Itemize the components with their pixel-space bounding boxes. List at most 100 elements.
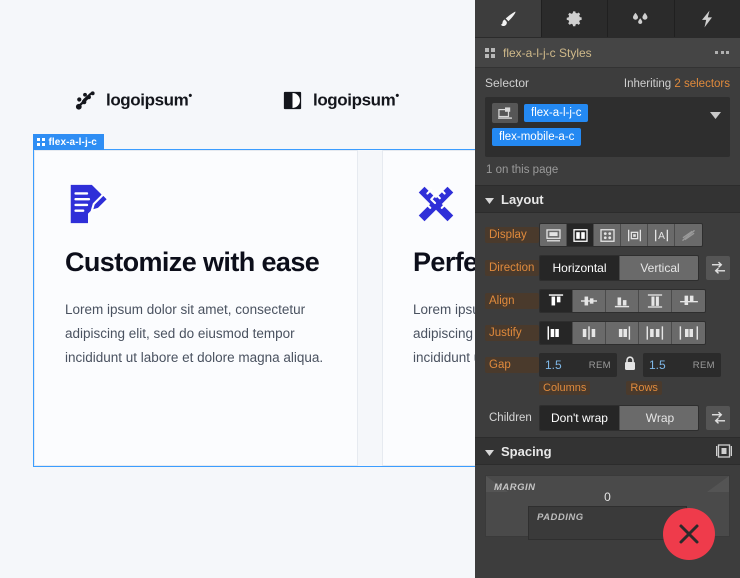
gap-captions: Columns Rows	[475, 381, 740, 401]
selector-section: Selector Inheriting 2 selectors flex-a-l…	[475, 68, 740, 185]
gap-rows-caption: Rows	[626, 381, 662, 395]
selection-badge[interactable]: flex-a-l-j-c	[33, 134, 104, 150]
justify-label: Justify	[485, 325, 539, 341]
children-wrap-options: Don't wrap Wrap	[539, 405, 700, 431]
justify-options	[539, 321, 706, 345]
margin-top-value[interactable]: 0	[486, 490, 729, 504]
logo-text: logoipsum•	[106, 89, 192, 110]
padding-label: PADDING	[537, 512, 584, 523]
children-dont-wrap-option[interactable]: Don't wrap	[540, 406, 620, 430]
justify-center-option[interactable]	[573, 322, 606, 344]
gap-columns-input[interactable]: 1.5 REM	[539, 353, 617, 377]
justify-space-around-option[interactable]	[672, 322, 705, 344]
dots-diagonal-icon	[75, 90, 95, 110]
justify-end-option[interactable]	[606, 322, 639, 344]
card-responsive[interactable]: Perfectly Responsive Lorem ipsum dolor s…	[382, 150, 475, 466]
align-center-icon	[581, 296, 597, 306]
reverse-direction-icon[interactable]	[706, 256, 730, 280]
paintbrush-icon	[500, 11, 516, 26]
align-options	[539, 289, 706, 313]
selection-badge-label: flex-a-l-j-c	[48, 136, 97, 148]
selected-flex-container[interactable]: flex-a-l-j-c Customize with ease Lorem i…	[33, 134, 475, 467]
gap-row: Gap 1.5 REM 1.5 REM	[475, 349, 740, 381]
chevron-down-icon[interactable]	[710, 108, 721, 122]
spacing-mode-icon[interactable]	[716, 444, 732, 461]
children-wrap-option[interactable]: Wrap	[620, 406, 699, 430]
direction-vertical-option[interactable]: Vertical	[620, 256, 699, 280]
document-edit-icon	[70, 184, 110, 224]
justify-space-around-icon	[679, 326, 698, 340]
gap-columns-unit[interactable]: REM	[589, 360, 611, 371]
gap-rows-value: 1.5	[649, 358, 666, 372]
justify-end-icon	[618, 326, 631, 340]
selector-primary-row: flex-a-l-j-c	[492, 103, 723, 123]
gap-rows-unit[interactable]: REM	[693, 360, 715, 371]
style-tab[interactable]	[475, 0, 542, 37]
selector-state-icon[interactable]	[492, 103, 518, 123]
align-label: Align	[485, 293, 539, 309]
layout-section-title: Layout	[501, 191, 544, 207]
grid-handle-icon	[37, 138, 45, 146]
selector-box[interactable]: flex-a-l-j-c flex-mobile-a-c	[485, 97, 730, 157]
selector-chip-inherited[interactable]: flex-mobile-a-c	[492, 128, 582, 146]
gear-icon	[566, 11, 582, 27]
display-grid-option[interactable]	[594, 224, 621, 246]
lock-closed-icon[interactable]	[624, 356, 636, 374]
align-center-option[interactable]	[573, 290, 606, 312]
selector-chip-class[interactable]: flex-a-l-j-c	[524, 104, 589, 122]
more-options-icon[interactable]	[715, 51, 729, 54]
card-customize[interactable]: Customize with ease Lorem ipsum dolor si…	[34, 150, 358, 466]
spacing-section-title: Spacing	[501, 443, 552, 459]
align-start-icon	[548, 294, 564, 306]
panel-title: flex-a-l-j-c Styles	[503, 45, 592, 60]
layout-section-header[interactable]: Layout	[475, 185, 740, 213]
grid-icon	[485, 47, 495, 58]
spacing-section-header[interactable]: Spacing	[475, 437, 740, 465]
block-icon	[545, 228, 561, 241]
selector-secondary-row: flex-mobile-a-c	[492, 128, 723, 146]
direction-horizontal-option[interactable]: Horizontal	[540, 256, 620, 280]
card-title: Perfectly Responsive	[413, 247, 475, 277]
logo-logoipsum-circle[interactable]: logoipsum•	[281, 89, 399, 112]
gap-columns-value: 1.5	[545, 358, 562, 372]
interactions-tab[interactable]	[674, 0, 740, 37]
panel-header: flex-a-l-j-c Styles	[475, 38, 740, 68]
display-flex-option[interactable]	[567, 224, 594, 246]
align-baseline-icon	[679, 295, 698, 305]
logo-logoipsum-dots[interactable]: logoipsum•	[74, 89, 192, 112]
inheriting-info[interactable]: Inheriting 2 selectors	[624, 78, 730, 90]
gap-rows-input[interactable]: 1.5 REM	[643, 353, 721, 377]
effects-tab[interactable]	[608, 0, 675, 37]
inheriting-count: 2 selectors	[674, 78, 730, 90]
gap-columns-caption: Columns	[539, 381, 591, 395]
reverse-wrap-icon[interactable]	[706, 406, 730, 430]
justify-row: Justify	[475, 317, 740, 349]
display-inline-option[interactable]: A	[648, 224, 675, 246]
display-options: A	[539, 223, 703, 247]
display-inline-block-option[interactable]	[621, 224, 648, 246]
x-icon	[679, 524, 699, 544]
align-baseline-option[interactable]	[672, 290, 705, 312]
split-circle-icon	[283, 91, 302, 109]
justify-space-between-option[interactable]	[639, 322, 672, 344]
panel-tabbar	[475, 0, 740, 38]
align-stretch-option[interactable]	[639, 290, 672, 312]
justify-start-option[interactable]	[540, 322, 573, 344]
close-overlay-button[interactable]	[663, 508, 715, 560]
selector-label: Selector	[485, 76, 530, 90]
screen: logoipsum• logoipsum• flex-a-l-j-c Custo…	[0, 0, 740, 578]
align-start-option[interactable]	[540, 290, 573, 312]
caret-down-icon	[485, 193, 494, 207]
reverse-arrows-glyph	[711, 261, 725, 274]
design-canvas[interactable]: logoipsum• logoipsum• flex-a-l-j-c Custo…	[0, 0, 475, 578]
selector-header-row: Selector Inheriting 2 selectors	[485, 76, 730, 90]
lock-glyph	[625, 356, 635, 370]
display-none-option[interactable]	[675, 224, 702, 246]
display-block-option[interactable]	[540, 224, 567, 246]
card-title: Customize with ease	[65, 247, 320, 277]
align-end-option[interactable]	[606, 290, 639, 312]
settings-tab[interactable]	[541, 0, 608, 37]
caret-down-icon	[485, 445, 494, 459]
lightning-icon	[702, 10, 713, 27]
justify-center-icon	[582, 326, 596, 340]
